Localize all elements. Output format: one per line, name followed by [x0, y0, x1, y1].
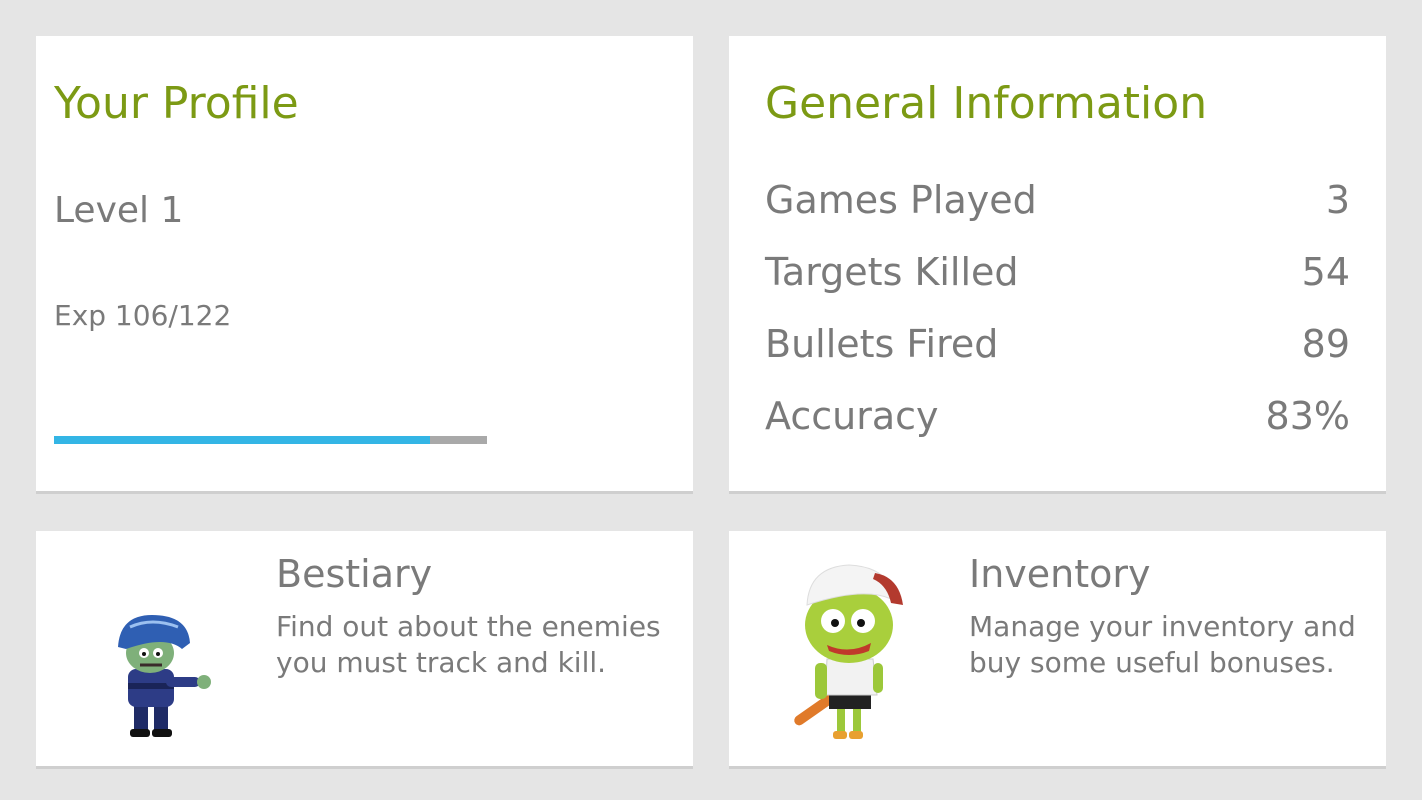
stat-row-games-played: Games Played 3: [765, 176, 1350, 224]
exp-progress-fill: [54, 436, 431, 444]
stat-row-targets-killed: Targets Killed 54: [765, 248, 1350, 296]
inventory-title: Inventory: [969, 552, 1151, 596]
stat-row-accuracy: Accuracy 83%: [765, 392, 1350, 440]
exp-label: Exp 106/122: [54, 299, 232, 332]
stat-value: 3: [1325, 178, 1350, 222]
stat-value: 89: [1301, 322, 1350, 366]
bestiary-card[interactable]: Bestiary Find out about the enemies you …: [36, 531, 693, 766]
stat-label: Bullets Fired: [765, 322, 999, 366]
stat-label: Games Played: [765, 178, 1037, 222]
exp-progress-bar: [54, 436, 487, 444]
cap-zombie-icon: [794, 564, 903, 739]
bestiary-description: Find out about the enemies you must trac…: [276, 610, 661, 679]
profile-title: Your Profile: [54, 78, 299, 129]
inventory-description: Manage your inventory and buy some usefu…: [969, 610, 1356, 679]
level-label: Level 1: [54, 190, 184, 231]
stat-label: Targets Killed: [765, 250, 1019, 294]
inventory-card[interactable]: Inventory Manage your inventory and buy …: [729, 531, 1386, 766]
profile-card[interactable]: Your Profile Level 1 Exp 106/122: [36, 36, 693, 491]
general-info-title: General Information: [765, 78, 1208, 129]
riot-zombie-icon: [118, 615, 211, 737]
stat-label: Accuracy: [765, 394, 939, 438]
general-info-card: General Information Games Played 3 Targe…: [729, 36, 1386, 491]
bestiary-title: Bestiary: [276, 552, 433, 596]
stat-value: 83%: [1265, 394, 1350, 438]
stat-value: 54: [1301, 250, 1350, 294]
stat-row-bullets-fired: Bullets Fired 89: [765, 320, 1350, 368]
